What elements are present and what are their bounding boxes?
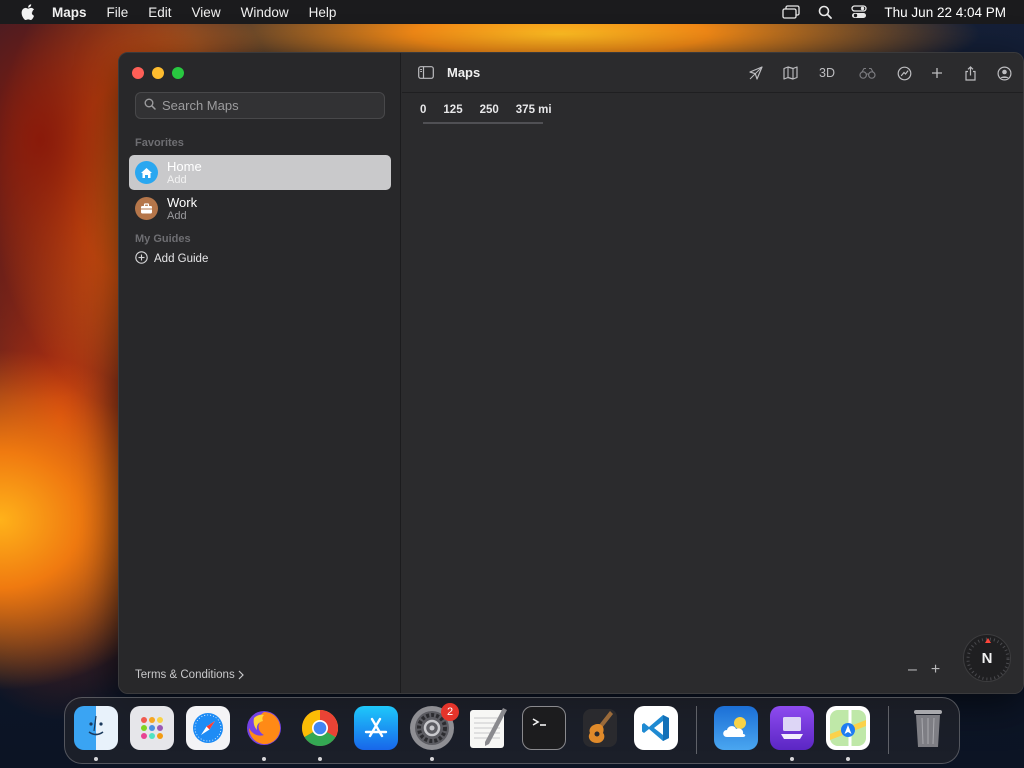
- add-icon[interactable]: [929, 65, 945, 81]
- dock-textedit-icon[interactable]: [466, 706, 510, 750]
- dock-separator: [888, 706, 889, 754]
- search-icon: [144, 98, 156, 113]
- zoom-controls: – +: [908, 661, 954, 679]
- dock-running-indicator: [262, 757, 266, 761]
- zoom-in-button[interactable]: +: [931, 661, 940, 679]
- maps-window: Search Maps Favorites Home Add Work Add …: [118, 52, 1024, 694]
- plus-circle-icon: [135, 251, 148, 267]
- dock-finder-icon[interactable]: [74, 706, 118, 750]
- scale-label: 0: [420, 104, 427, 116]
- scale-label: 250: [479, 104, 499, 116]
- zoom-button[interactable]: [172, 67, 184, 79]
- 3d-button[interactable]: 3D: [816, 65, 838, 81]
- favorite-work-subtitle: Add: [167, 209, 187, 222]
- dock-running-indicator: [846, 757, 850, 761]
- menu-clock[interactable]: Thu Jun 22 4:04 PM: [884, 5, 1006, 20]
- menu-edit[interactable]: Edit: [148, 5, 171, 20]
- menu-bar: Maps File Edit View Window Help Thu Jun …: [0, 0, 1024, 24]
- dock-trash-icon[interactable]: [906, 706, 950, 750]
- favorite-home-name: Home: [167, 158, 202, 174]
- toolbar: Maps 3D: [402, 53, 1023, 93]
- search-placeholder: Search Maps: [162, 98, 239, 113]
- screen-mirroring-icon[interactable]: [782, 3, 801, 21]
- dock-firefox-icon[interactable]: [242, 706, 286, 750]
- favorite-work-name: Work: [167, 194, 198, 210]
- chevron-right-icon: [238, 670, 244, 680]
- apple-icon[interactable]: [20, 4, 36, 20]
- favorite-home[interactable]: Home Add: [129, 155, 391, 190]
- sidebar-toggle-icon[interactable]: [418, 66, 434, 80]
- dock: 2: [64, 697, 960, 764]
- scale-bar: [423, 122, 543, 124]
- map-mode-icon[interactable]: [782, 65, 798, 81]
- dock-running-indicator: [430, 757, 434, 761]
- zoom-out-button[interactable]: –: [908, 661, 917, 679]
- compass-north-label: N: [981, 649, 993, 667]
- dock-maps-icon[interactable]: [826, 706, 870, 750]
- add-guide-label: Add Guide: [154, 253, 209, 265]
- track-icon[interactable]: [896, 65, 912, 81]
- favorite-work[interactable]: Work Add: [129, 191, 391, 226]
- dock-chrome-icon[interactable]: [298, 706, 342, 750]
- scale-label: 125: [443, 104, 463, 116]
- search-field[interactable]: Search Maps: [135, 92, 385, 119]
- share-icon[interactable]: [962, 65, 978, 81]
- menu-app-name[interactable]: Maps: [52, 5, 87, 20]
- scale-label: 375 mi: [515, 104, 552, 116]
- add-guide-button[interactable]: Add Guide: [135, 251, 208, 267]
- briefcase-icon: [135, 197, 158, 220]
- favorite-home-subtitle: Add: [167, 173, 187, 186]
- dock-vscode-icon[interactable]: [634, 706, 678, 750]
- dock-running-indicator: [790, 757, 794, 761]
- dock-running-indicator: [318, 757, 322, 761]
- window-controls: [132, 67, 192, 79]
- menu-view[interactable]: View: [192, 5, 221, 20]
- menu-file[interactable]: File: [107, 5, 129, 20]
- spotlight-search-icon[interactable]: [816, 3, 834, 21]
- minimize-button[interactable]: [152, 67, 164, 79]
- close-button[interactable]: [132, 67, 144, 79]
- favorites-header: Favorites: [135, 137, 184, 149]
- control-center-icon[interactable]: [850, 3, 868, 21]
- map-scale: 0 125 250 375 mi: [420, 104, 569, 116]
- window-title: Maps: [447, 65, 481, 80]
- sidebar: Search Maps Favorites Home Add Work Add …: [119, 53, 401, 693]
- dock-simulator-icon[interactable]: [770, 706, 814, 750]
- menu-window[interactable]: Window: [241, 5, 289, 20]
- look-around-icon[interactable]: [858, 65, 876, 81]
- terms-label: Terms & Conditions: [135, 669, 235, 681]
- dock-safari-icon[interactable]: [186, 706, 230, 750]
- compass[interactable]: N: [963, 634, 1011, 682]
- account-icon[interactable]: [996, 65, 1012, 81]
- dock-app-store-icon[interactable]: [354, 706, 398, 750]
- guides-header: My Guides: [135, 233, 191, 245]
- dock-terminal-icon[interactable]: [522, 706, 566, 750]
- dock-running-indicator: [94, 757, 98, 761]
- dock-separator: [696, 706, 697, 754]
- location-arrow-icon[interactable]: [748, 65, 764, 81]
- dock-weather-icon[interactable]: [714, 706, 758, 750]
- terms-link[interactable]: Terms & Conditions: [135, 669, 244, 681]
- notification-badge: 2: [441, 703, 459, 721]
- menu-help[interactable]: Help: [309, 5, 337, 20]
- dock-garageband-icon[interactable]: [578, 706, 622, 750]
- house-icon: [135, 161, 158, 184]
- map-area[interactable]: Maps 3D 0 125 250 375 mi – + N: [402, 53, 1023, 693]
- dock-launchpad-icon[interactable]: [130, 706, 174, 750]
